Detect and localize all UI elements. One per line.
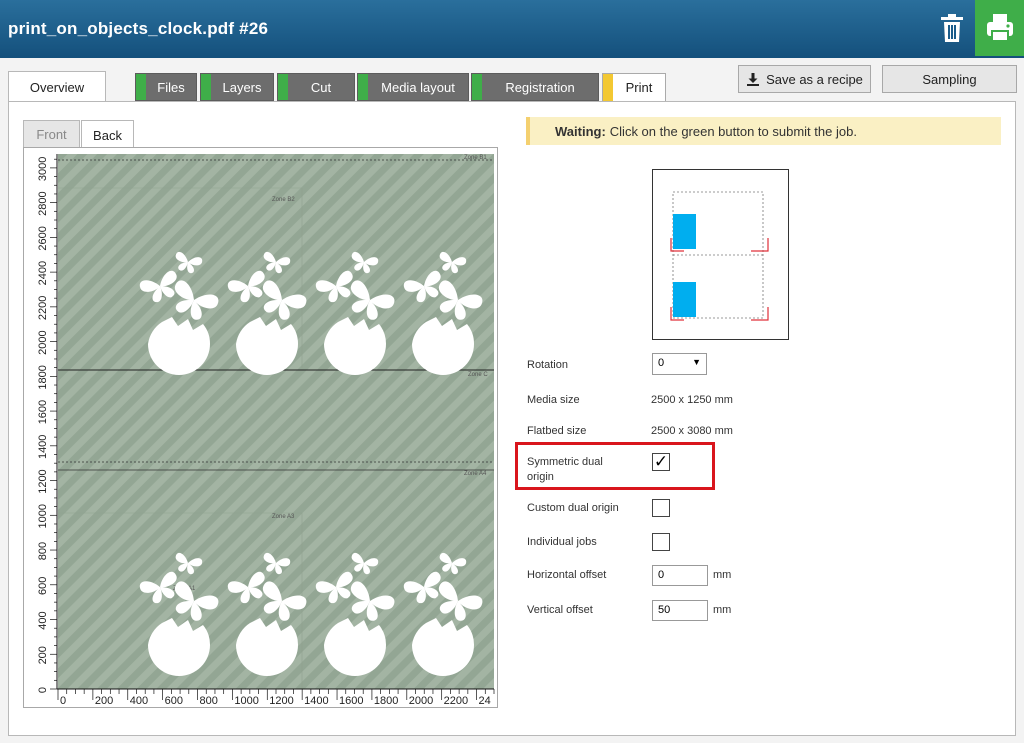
download-icon	[747, 73, 760, 86]
zone-label: Zone B2	[272, 197, 295, 203]
tab-back[interactable]: Back	[81, 120, 134, 149]
y-tick-label: 1400	[37, 435, 49, 459]
status-marker	[278, 74, 288, 100]
rotation-select[interactable]: 0 ▼	[652, 353, 707, 375]
tab-cut[interactable]: Cut	[277, 73, 355, 101]
delete-button[interactable]	[937, 12, 967, 44]
y-tick-label: 1600	[37, 400, 49, 424]
status-marker	[201, 74, 211, 100]
y-tick-label: 2400	[37, 261, 49, 285]
vertical-offset-unit: mm	[713, 604, 732, 616]
y-tick-label: 400	[37, 611, 49, 629]
trash-icon	[941, 14, 963, 42]
app-header: print_on_objects_clock.pdf #26	[0, 0, 1024, 58]
individual-jobs-checkbox[interactable]	[652, 533, 670, 551]
y-tick-label: 1800	[37, 365, 49, 389]
tab-print[interactable]: Print	[602, 73, 666, 101]
x-tick-label: 800	[200, 695, 218, 707]
x-tick-label: 1400	[304, 695, 328, 707]
status-marker	[472, 74, 482, 100]
x-tick-label: 1000	[234, 695, 258, 707]
y-tick-label: 3000	[37, 157, 49, 181]
tab-overview[interactable]: Overview	[8, 71, 106, 102]
tab-files[interactable]: Files	[135, 73, 197, 101]
status-marker	[136, 74, 146, 100]
layout-thumbnail	[652, 169, 789, 340]
media-size-label: Media size	[527, 394, 580, 406]
flatbed-size-value: 2500 x 3080 mm	[651, 425, 733, 437]
preview-canvas: Zone B1 Zone B2 Zone C Zone A4 Zone A3 Z…	[24, 148, 497, 707]
status-banner: Waiting: Click on the green button to su…	[526, 117, 1001, 145]
status-message: Click on the green button to submit the …	[609, 123, 857, 139]
y-tick-label: 1200	[37, 469, 49, 493]
print-preview[interactable]: Zone B1 Zone B2 Zone C Zone A4 Zone A3 Z…	[23, 147, 498, 708]
tab-front[interactable]: Front	[23, 120, 80, 148]
x-tick-label: 400	[130, 695, 148, 707]
y-tick-label: 600	[37, 577, 49, 595]
y-tick-label: 2200	[37, 296, 49, 320]
submit-print-button[interactable]	[975, 0, 1024, 56]
rotation-label: Rotation	[527, 359, 568, 371]
highlight-box	[515, 442, 715, 490]
y-tick-label: 1000	[37, 504, 49, 528]
zone-label: Zone A4	[464, 471, 487, 477]
x-tick-label: 1800	[374, 695, 398, 707]
x-tick-label: 600	[165, 695, 183, 707]
zone-label: Zone C	[468, 372, 488, 378]
status-marker	[603, 74, 613, 101]
chevron-down-icon: ▼	[692, 357, 701, 367]
x-tick-label: 1600	[339, 695, 363, 707]
media-size-value: 2500 x 1250 mm	[651, 394, 733, 406]
media-marker	[673, 214, 696, 249]
horizontal-offset-input[interactable]: 0	[652, 565, 708, 586]
media-marker	[673, 282, 696, 317]
custom-dual-origin-label: Custom dual origin	[527, 502, 619, 514]
vertical-offset-label: Vertical offset	[527, 604, 593, 616]
x-tick-label: 2200	[444, 695, 468, 707]
tab-media-layout[interactable]: Media layout	[357, 73, 469, 101]
status-label: Waiting:	[555, 123, 606, 139]
y-tick-label: 0	[37, 687, 49, 693]
x-tick-label: 0	[60, 695, 66, 707]
tab-registration[interactable]: Registration	[471, 73, 599, 101]
x-tick-label: 1200	[269, 695, 293, 707]
job-title: print_on_objects_clock.pdf #26	[8, 19, 269, 38]
y-tick-label: 200	[37, 646, 49, 664]
y-tick-label: 2000	[37, 330, 49, 354]
x-tick-label: 200	[95, 695, 113, 707]
y-tick-label: 2600	[37, 226, 49, 250]
save-recipe-button[interactable]: Save as a recipe	[738, 65, 871, 93]
zone-label: Zone A3	[272, 514, 295, 520]
y-tick-label: 800	[37, 542, 49, 560]
custom-dual-origin-checkbox[interactable]	[652, 499, 670, 517]
y-tick-label: 2800	[37, 191, 49, 215]
sampling-button[interactable]: Sampling	[882, 65, 1017, 93]
flatbed-size-label: Flatbed size	[527, 425, 587, 437]
printer-icon	[987, 14, 1013, 42]
status-marker	[358, 74, 368, 100]
vertical-offset-input[interactable]: 50	[652, 600, 708, 621]
tab-layers[interactable]: Layers	[200, 73, 274, 101]
zone-label: Zone B1	[464, 155, 487, 161]
x-tick-label: 24	[479, 695, 491, 707]
x-tick-label: 2000	[409, 695, 433, 707]
horizontal-offset-label: Horizontal offset	[527, 569, 607, 581]
individual-jobs-label: Individual jobs	[527, 536, 597, 548]
horizontal-offset-unit: mm	[713, 569, 732, 581]
